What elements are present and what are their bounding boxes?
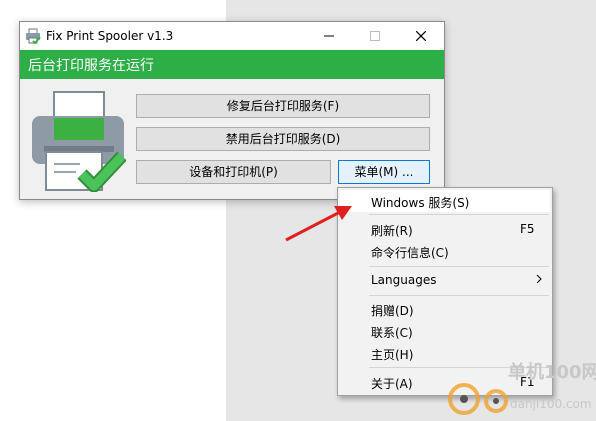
minimize-button[interactable] [306, 22, 352, 50]
menu-item-contact[interactable]: 联系(C) [340, 320, 550, 342]
menu-item-label: Windows 服务(S) [371, 196, 470, 210]
service-status-text: 后台打印服务在运行 [28, 58, 154, 74]
minimize-icon [324, 35, 334, 37]
menu-item-languages[interactable]: Languages [340, 269, 550, 291]
menu-item-label: 联系(C) [371, 326, 413, 340]
close-button[interactable] [398, 22, 444, 50]
menu-item-donate[interactable]: 捐赠(D) [340, 298, 550, 320]
title-bar[interactable]: Fix Print Spooler v1.3 [20, 22, 444, 50]
devices-printers-button[interactable]: 设备和打印机(P) [136, 160, 331, 184]
menu-item-windows-services[interactable]: Windows 服务(S) [340, 190, 550, 212]
menu-separator [369, 295, 549, 296]
menu-item-label: 捐赠(D) [371, 304, 414, 318]
close-icon [416, 31, 426, 41]
printer-app-icon [26, 28, 41, 44]
disable-spooler-button[interactable]: 禁用后台打印服务(D) [136, 127, 430, 151]
service-status-banner: 后台打印服务在运行 [20, 50, 444, 79]
repair-spooler-button[interactable]: 修复后台打印服务(F) [136, 94, 430, 118]
menu-item-label: 关于(A) [371, 377, 413, 391]
menu-item-label: 主页(H) [371, 348, 414, 362]
fix-print-spooler-window: Fix Print Spooler v1.3 后台打印服务在运行 修复后台打印服… [19, 21, 445, 200]
menu-item-label: 刷新(R) [371, 224, 413, 238]
menu-separator [369, 214, 549, 215]
window-title: Fix Print Spooler v1.3 [46, 29, 174, 43]
maximize-icon [370, 31, 380, 41]
menu-button[interactable]: 菜单(M) ... [338, 160, 430, 184]
menu-separator [369, 266, 549, 267]
menu-item-command-line-info[interactable]: 命令行信息(C) [340, 240, 550, 262]
watermark-url: danji100.com [510, 397, 592, 411]
menu-item-label: 命令行信息(C) [371, 246, 449, 260]
red-arrow-annotation [285, 206, 352, 242]
watermark-title: 单机100网 [508, 362, 596, 383]
menu-item-label: Languages [371, 273, 437, 287]
chevron-right-icon [536, 274, 542, 284]
printer-check-icon [32, 91, 126, 192]
menu-item-shortcut: F5 [520, 222, 535, 236]
menu-item-refresh[interactable]: 刷新(R) F5 [340, 218, 550, 240]
maximize-button[interactable] [352, 22, 398, 50]
